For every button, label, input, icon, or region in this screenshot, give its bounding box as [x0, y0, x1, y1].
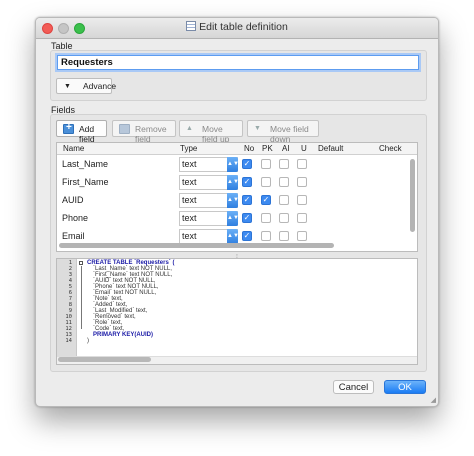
unique-checkbox[interactable]: [297, 177, 307, 187]
line-number-gutter: 1 2 3 4 5 6 7 8 9 10 11 12 13 14: [57, 259, 77, 364]
field-type-select[interactable]: text ▲▼: [179, 229, 239, 244]
column-header-name[interactable]: Name: [63, 144, 84, 153]
pk-checkbox[interactable]: [261, 213, 271, 223]
chevron-down-icon: ▲▼: [227, 211, 239, 226]
chevron-down-icon: ▲▼: [227, 157, 239, 172]
advance-toggle-button[interactable]: ▼ Advance: [56, 78, 116, 94]
editor-horizontal-scrollbar[interactable]: [58, 357, 151, 362]
title-bar: Edit table definition: [36, 18, 438, 39]
notnull-checkbox[interactable]: ✓: [242, 195, 252, 205]
disclosure-triangle-icon: ▼: [64, 83, 71, 90]
advance-label: Advance: [83, 81, 117, 91]
unique-checkbox[interactable]: [297, 231, 307, 241]
edit-table-dialog: Edit table definition Table Requesters ▼…: [35, 17, 439, 407]
pk-checkbox[interactable]: [261, 231, 271, 241]
ai-checkbox[interactable]: [279, 213, 289, 223]
chevron-down-icon: ▲▼: [227, 193, 239, 208]
move-field-down-button[interactable]: ▼ Move field down: [247, 120, 319, 144]
field-name[interactable]: AUID: [62, 195, 84, 205]
ai-checkbox[interactable]: [279, 159, 289, 169]
sql-preview-editor[interactable]: 1 2 3 4 5 6 7 8 9 10 11 12 13 14 CREATE …: [56, 258, 418, 365]
table-row[interactable]: Last_Name text ▲▼ ✓: [57, 156, 407, 173]
pk-checkbox[interactable]: ✓: [261, 195, 271, 205]
fold-marker-icon[interactable]: [79, 261, 83, 265]
ai-checkbox[interactable]: [279, 177, 289, 187]
unique-checkbox[interactable]: [297, 213, 307, 223]
column-header-notnull[interactable]: No: [244, 144, 254, 153]
fields-table: Name Type No PK AI U Default Check Last_…: [56, 142, 418, 252]
move-field-up-label: Move field up: [202, 124, 230, 144]
notnull-checkbox[interactable]: ✓: [242, 177, 252, 187]
field-type-select[interactable]: text ▲▼: [179, 193, 239, 208]
arrow-up-icon: ▲: [186, 125, 193, 132]
add-field-icon: [63, 122, 74, 134]
field-type-select[interactable]: text ▲▼: [179, 211, 239, 226]
pk-checkbox[interactable]: [261, 177, 271, 187]
notnull-checkbox[interactable]: ✓: [242, 159, 252, 169]
ok-button[interactable]: OK: [384, 380, 426, 394]
pk-checkbox[interactable]: [261, 159, 271, 169]
ai-checkbox[interactable]: [279, 195, 289, 205]
unique-checkbox[interactable]: [297, 159, 307, 169]
table-icon: [186, 21, 197, 31]
ai-checkbox[interactable]: [279, 231, 289, 241]
column-header-default[interactable]: Default: [318, 144, 343, 153]
add-field-button[interactable]: Add field: [56, 120, 107, 144]
resize-grip-icon[interactable]: ◢: [431, 396, 436, 404]
chevron-down-icon: ▲▼: [227, 175, 239, 190]
field-type-value: text: [182, 213, 197, 223]
notnull-checkbox[interactable]: ✓: [242, 213, 252, 223]
fold-line: [81, 266, 82, 329]
chevron-down-icon: ▲▼: [227, 229, 239, 244]
field-type-value: text: [182, 177, 197, 187]
column-header-check[interactable]: Check: [379, 144, 402, 153]
remove-field-button[interactable]: Remove field: [112, 120, 176, 144]
column-header-type[interactable]: Type: [180, 144, 197, 153]
table-row[interactable]: Phone text ▲▼ ✓: [57, 210, 407, 227]
field-type-select[interactable]: text ▲▼: [179, 157, 239, 172]
fields-vertical-scrollbar[interactable]: [410, 159, 415, 232]
field-type-value: text: [182, 231, 197, 241]
notnull-checkbox[interactable]: ✓: [242, 231, 252, 241]
arrow-down-icon: ▼: [254, 125, 261, 132]
field-name[interactable]: Phone: [62, 213, 88, 223]
move-field-up-button[interactable]: ▲ Move field up: [179, 120, 243, 144]
fields-table-header: Name Type No PK AI U Default Check: [57, 143, 417, 155]
column-header-ai[interactable]: AI: [282, 144, 290, 153]
fields-horizontal-scrollbar[interactable]: [59, 243, 334, 248]
sql-line: ): [87, 338, 89, 344]
column-header-pk[interactable]: PK: [262, 144, 273, 153]
field-type-select[interactable]: text ▲▼: [179, 175, 239, 190]
field-type-value: text: [182, 195, 197, 205]
field-name[interactable]: Last_Name: [62, 159, 108, 169]
window-title: Edit table definition: [199, 21, 288, 33]
line-number: 14: [65, 338, 72, 344]
table-row[interactable]: AUID text ▲▼ ✓ ✓: [57, 192, 407, 209]
cancel-button[interactable]: Cancel: [333, 380, 374, 394]
sql-line: PRIMARY KEY(AUID): [93, 332, 154, 338]
field-name[interactable]: First_Name: [62, 177, 109, 187]
remove-field-icon: [119, 124, 130, 134]
table-name-input[interactable]: Requesters: [57, 55, 419, 70]
add-field-label: Add field: [79, 124, 95, 144]
field-type-value: text: [182, 159, 197, 169]
column-header-unique[interactable]: U: [301, 144, 307, 153]
unique-checkbox[interactable]: [297, 195, 307, 205]
table-row[interactable]: First_Name text ▲▼ ✓: [57, 174, 407, 191]
field-name[interactable]: Email: [62, 231, 85, 241]
